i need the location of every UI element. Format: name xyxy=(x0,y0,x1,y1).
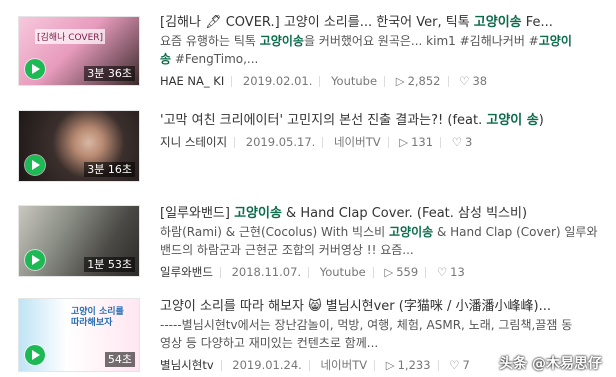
platform-name: Youtube xyxy=(319,265,366,279)
view-count: 2,852 xyxy=(407,74,441,88)
video-title-link[interactable]: [김해나 🖋 COVER.] 고양이 소리를... 한국어 Ver, 틱톡 고양… xyxy=(160,13,610,32)
video-title-link[interactable]: '고막 여친 크리에이터' 고민지의 본선 진출 결과는?! (feat. 고양… xyxy=(160,111,610,130)
upload-date: 2018.11.07. xyxy=(231,265,302,279)
video-title-link[interactable]: 고양이 소리를 따라 해보자 😸 별님시현ver (字猫咪 / 小潘潘小峰峰).… xyxy=(160,297,610,316)
video-description: 하람(Rami) & 근현(Cocolus) With 빅스비 고양이송 & H… xyxy=(160,225,598,257)
duration-badge: 54초 xyxy=(104,352,135,367)
play-icon[interactable] xyxy=(25,250,45,270)
duration-badge: 1분 53초 xyxy=(84,257,135,272)
like-count: 38 xyxy=(472,74,488,88)
play-count-icon: ▷ xyxy=(395,74,405,88)
platform-name: 네이버TV xyxy=(320,358,368,372)
watermark-text: 头条 @木易思仔 xyxy=(499,356,602,372)
platform-name: Youtube xyxy=(331,74,378,88)
heart-icon: ♡ xyxy=(449,358,460,372)
video-thumbnail[interactable]: 고양이 소리를 따라해보자 54초 xyxy=(18,298,140,372)
duration-badge: 3분 36초 xyxy=(84,66,135,81)
play-count-icon: ▷ xyxy=(399,135,409,149)
video-meta: 지니 스테이지 2019.05.17. 네이버TV ▷ 131 ♡ 3 xyxy=(160,133,610,151)
view-count: 559 xyxy=(396,265,419,279)
upload-date: 2019.01.24. xyxy=(232,358,302,372)
video-thumbnail[interactable]: 3분 16초 xyxy=(18,110,140,182)
channel-name[interactable]: 지니 스테이지 xyxy=(160,135,227,149)
thumbnail-caption: 고양이 소리를 따라해보자 xyxy=(71,307,124,328)
video-thumbnail[interactable]: 1분 53초 xyxy=(18,205,140,277)
play-icon[interactable] xyxy=(25,345,45,365)
play-icon[interactable] xyxy=(25,59,45,79)
like-count: 13 xyxy=(450,265,465,279)
video-description: -----별님시현tv에서는 장난감놀이, 먹방, 여행, 체험, ASMR, … xyxy=(160,318,573,350)
view-count: 1,233 xyxy=(397,358,431,372)
play-count-icon: ▷ xyxy=(385,358,395,372)
heart-icon: ♡ xyxy=(451,135,463,149)
platform-name: 네이버TV xyxy=(333,135,381,149)
video-description: 요즘 유행하는 틱톡 고양이송을 커버했어요 원곡은... kim1 #김해나커… xyxy=(160,34,572,66)
video-thumbnail[interactable]: [김해나 COVER] 3분 36초 xyxy=(18,16,140,86)
heart-icon: ♡ xyxy=(436,265,448,279)
channel-name[interactable]: 일루와밴드 xyxy=(160,265,213,279)
upload-date: 2019.05.17. xyxy=(245,135,316,149)
video-meta: HAE NA_ KI 2019.02.01. Youtube ▷ 2,852 ♡ 3… xyxy=(160,72,610,90)
play-count-icon: ▷ xyxy=(384,265,394,279)
thumbnail-caption: [김해나 COVER] xyxy=(35,29,106,44)
video-meta: 일루와밴드 2018.11.07. Youtube ▷ 559 ♡ 13 xyxy=(160,263,610,281)
like-count: 7 xyxy=(462,358,470,372)
duration-badge: 3분 16초 xyxy=(84,162,135,177)
video-title-link[interactable]: [일루와밴드] 고양이송 & Hand Clap Cover. (Feat. 삼… xyxy=(160,204,610,223)
heart-icon: ♡ xyxy=(459,74,470,88)
upload-date: 2019.02.01. xyxy=(242,74,313,88)
channel-name[interactable]: HAE NA_ KI xyxy=(160,74,224,88)
play-icon[interactable] xyxy=(25,155,45,175)
view-count: 131 xyxy=(411,135,434,149)
like-count: 3 xyxy=(465,135,473,149)
channel-name[interactable]: 별님시현tv xyxy=(160,358,214,372)
